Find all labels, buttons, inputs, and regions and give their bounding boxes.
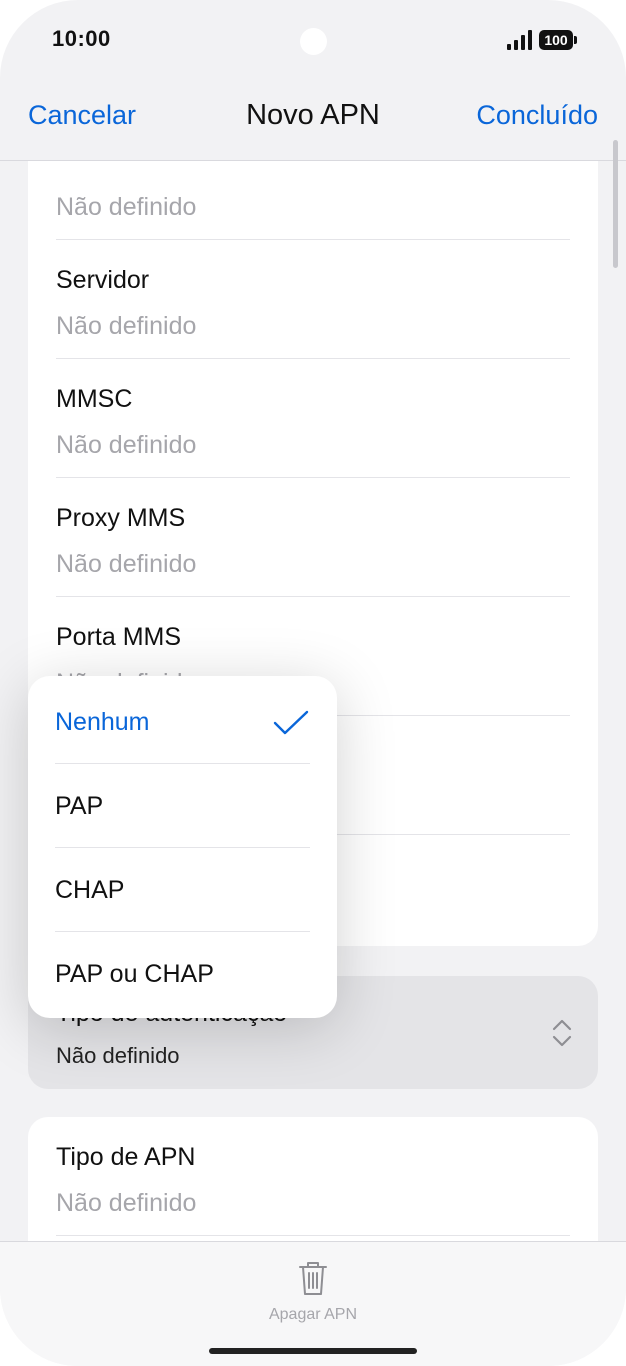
- scrollbar[interactable]: [613, 140, 618, 268]
- battery-icon: 100: [539, 30, 573, 50]
- menu-option-label: Nenhum: [55, 708, 150, 736]
- field-value: Não definido: [56, 550, 197, 578]
- signal-icon: [507, 30, 533, 50]
- apn-type-label: Tipo de APN: [56, 1143, 196, 1171]
- menu-option-label: PAP ou CHAP: [55, 960, 214, 988]
- field-label: Proxy MMS: [56, 504, 186, 532]
- field-row-mmsc[interactable]: MMSC Não definido: [56, 359, 570, 478]
- menu-option-pap-or-chap[interactable]: PAP ou CHAP: [55, 932, 310, 1016]
- trash-icon[interactable]: [297, 1259, 329, 1297]
- field-value: Não definido: [56, 312, 197, 340]
- done-button[interactable]: Concluído: [476, 100, 598, 131]
- camera-cutout: [300, 28, 327, 55]
- phone-screen: 10:00 100 Cancelar Novo APN Concluído Nã…: [0, 0, 626, 1366]
- checkmark-icon: [273, 710, 309, 735]
- field-row[interactable]: Não definido: [56, 161, 570, 240]
- field-label: MMSC: [56, 385, 133, 413]
- field-row-servidor[interactable]: Servidor Não definido: [56, 240, 570, 359]
- menu-option-nenhum[interactable]: Nenhum: [55, 680, 310, 764]
- apn-type-value: Não definido: [56, 1189, 197, 1217]
- divider: [56, 1235, 570, 1236]
- field-value: Não definido: [56, 193, 197, 221]
- auth-type-dropdown-menu: Nenhum PAP CHAP PAP ou CHAP: [28, 676, 337, 1018]
- field-label: Servidor: [56, 266, 150, 294]
- status-time: 10:00: [52, 26, 111, 51]
- bottom-toolbar: Apagar APN: [0, 1241, 626, 1366]
- field-value: Não definido: [56, 431, 197, 459]
- menu-option-chap[interactable]: CHAP: [55, 848, 310, 932]
- field-row-apn-type[interactable]: Tipo de APN Não definido: [56, 1117, 570, 1236]
- field-row-proxy-mms[interactable]: Proxy MMS Não definido: [56, 478, 570, 597]
- status-bar: 10:00 100: [0, 0, 626, 80]
- menu-option-pap[interactable]: PAP: [55, 764, 310, 848]
- delete-apn-button[interactable]: Apagar APN: [0, 1306, 626, 1324]
- apn-type-card: Tipo de APN Não definido: [28, 1117, 598, 1241]
- navigation-bar: Cancelar Novo APN Concluído: [0, 80, 626, 161]
- menu-option-label: CHAP: [55, 876, 125, 904]
- chevron-up-down-icon: [552, 1019, 572, 1047]
- battery-tip: [574, 36, 577, 44]
- menu-option-label: PAP: [55, 792, 104, 820]
- home-indicator[interactable]: [209, 1348, 417, 1354]
- auth-type-value: Não definido: [56, 1043, 180, 1068]
- field-label: Porta MMS: [56, 623, 182, 651]
